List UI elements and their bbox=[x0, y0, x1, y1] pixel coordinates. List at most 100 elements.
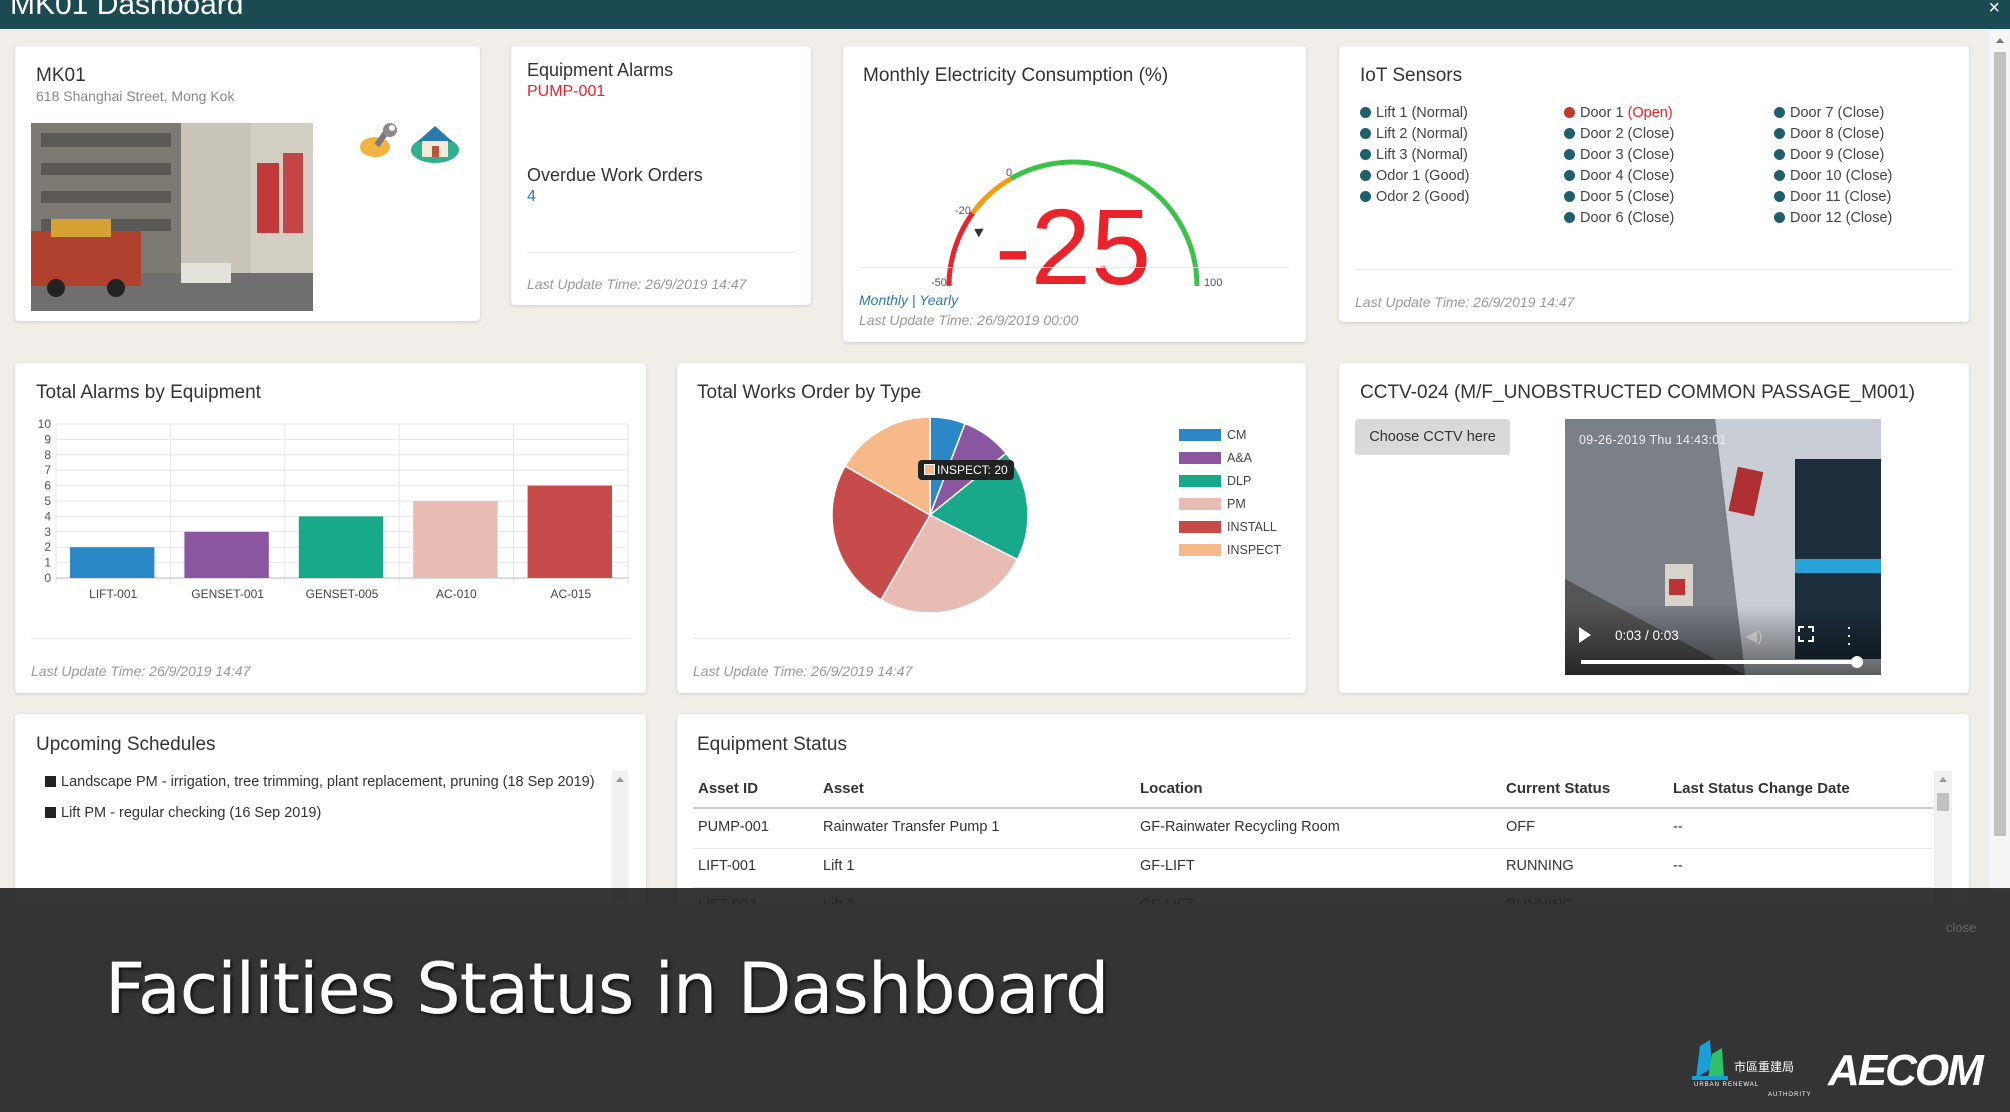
building-name: MK01 bbox=[36, 65, 86, 86]
scroll-up-icon[interactable] bbox=[1939, 777, 1947, 782]
schedules-scrollbar[interactable] bbox=[612, 771, 628, 901]
schedule-item[interactable]: Lift PM - regular checking (16 Sep 2019) bbox=[45, 805, 321, 821]
schedules-card: Upcoming Schedules Landscape PM - irriga… bbox=[15, 714, 646, 904]
alarms-chart-card: Total Alarms by Equipment 0 1 2 3 4 5 6 7 8 9 10 LI… bbox=[15, 363, 646, 693]
close-icon[interactable]: × bbox=[1988, 0, 2000, 18]
scroll-thumb[interactable] bbox=[1937, 793, 1949, 811]
table-cell: GF-Rainwater Recycling Room bbox=[1140, 819, 1340, 835]
last-update: Last Update Time: 26/9/2019 14:47 bbox=[1355, 294, 1575, 310]
table-scrollbar[interactable] bbox=[1934, 771, 1952, 904]
equipment-alarm-value[interactable]: PUMP-001 bbox=[527, 83, 605, 101]
divider bbox=[693, 638, 1291, 639]
cctv-timestamp: 09-26-2019 Thu 14:43:01 bbox=[1579, 433, 1727, 447]
cctv-video-player[interactable]: 09-26-2019 Thu 14:43:01 0:03 / 0:03 ◀) ·… bbox=[1565, 419, 1881, 675]
sensor-label: Door 5 (Close) bbox=[1580, 189, 1675, 205]
table-header[interactable]: Last Status Change Date bbox=[1673, 780, 1850, 797]
table-header[interactable]: Current Status bbox=[1506, 780, 1610, 797]
bar[interactable] bbox=[527, 485, 612, 578]
gauge-tick-min: -50 bbox=[931, 277, 947, 289]
status-dot-icon bbox=[1360, 191, 1371, 202]
sensor-item: Door 4 (Close) bbox=[1564, 168, 1674, 184]
scroll-up-icon[interactable] bbox=[616, 777, 624, 782]
row-divider bbox=[693, 848, 1933, 849]
overdue-work-orders-value[interactable]: 4 bbox=[527, 188, 536, 206]
legend-item[interactable]: INSPECT bbox=[1179, 543, 1281, 557]
scroll-thumb[interactable] bbox=[1994, 52, 2006, 836]
alarms-bar-chart: 01 23 456 78 910 LIFT-001 GENSET-001 GENSET-005… bbox=[38, 417, 629, 601]
bar[interactable] bbox=[184, 531, 269, 578]
table-cell: -- bbox=[1673, 858, 1683, 874]
legend-item[interactable]: A&A bbox=[1179, 451, 1252, 465]
works-chart-card: Total Works Order by Type INSPECT: 20 La… bbox=[677, 363, 1306, 693]
divider bbox=[1355, 269, 1953, 270]
house-icon bbox=[409, 120, 461, 169]
status-dot-icon bbox=[1774, 149, 1785, 160]
schedule-text: Lift PM - regular checking (16 Sep 2019) bbox=[61, 805, 322, 821]
monthly-link[interactable]: Monthly bbox=[859, 292, 908, 308]
x-tick-label: GENSET-005 bbox=[306, 587, 379, 601]
bar[interactable] bbox=[413, 501, 498, 578]
close-overlay-button[interactable]: close bbox=[1946, 920, 1976, 935]
y-tick-label: 6 bbox=[44, 479, 51, 493]
scroll-up-icon[interactable] bbox=[1996, 38, 2004, 43]
gauge-red-arc bbox=[946, 211, 975, 287]
fullscreen-icon[interactable] bbox=[1798, 626, 1814, 642]
status-dot-icon bbox=[1360, 170, 1371, 181]
table-cell: Lift 1 bbox=[823, 858, 855, 874]
x-tick-label: GENSET-001 bbox=[191, 587, 264, 601]
legend-swatch bbox=[1179, 429, 1221, 441]
legend-item[interactable]: PM bbox=[1179, 497, 1246, 511]
schedule-text: Landscape PM - irrigation, tree trimming… bbox=[61, 774, 595, 790]
schedule-item[interactable]: Landscape PM - irrigation, tree trimming… bbox=[45, 774, 595, 790]
y-tick-label: 2 bbox=[44, 540, 51, 554]
legend-item[interactable]: INSTALL bbox=[1179, 520, 1277, 534]
table-header[interactable]: Asset bbox=[823, 780, 864, 797]
sensor-item: Odor 2 (Good) bbox=[1360, 189, 1470, 205]
x-tick-label: LIFT-001 bbox=[89, 587, 137, 601]
choose-cctv-button[interactable]: Choose CCTV here bbox=[1355, 419, 1510, 455]
legend-item[interactable]: CM bbox=[1179, 428, 1246, 442]
status-dot-icon bbox=[1360, 128, 1371, 139]
table-cell: Rainwater Transfer Pump 1 bbox=[823, 819, 1000, 835]
equipment-alarms-title: Equipment Alarms bbox=[527, 60, 674, 80]
video-progress-knob[interactable] bbox=[1851, 656, 1863, 668]
mute-icon[interactable]: ◀) bbox=[1745, 626, 1763, 646]
legend-item[interactable]: DLP bbox=[1179, 474, 1251, 488]
electricity-card: Monthly Electricity Consumption (%) -50 … bbox=[843, 46, 1306, 342]
divider bbox=[527, 252, 795, 253]
table-header[interactable]: Asset ID bbox=[698, 780, 758, 797]
cctv-card: CCTV-024 (M/F_UNOBSTRUCTED COMMON PASSAG… bbox=[1339, 363, 1969, 693]
pie-tooltip: INSPECT: 20 bbox=[918, 460, 1014, 480]
sensor-label: Door 4 (Close) bbox=[1580, 168, 1675, 184]
more-options-icon[interactable]: · · · bbox=[1846, 618, 1852, 652]
yearly-link[interactable]: Yearly bbox=[919, 292, 958, 308]
legend-label: INSPECT bbox=[1227, 543, 1282, 557]
cctv-title: CCTV-024 (M/F_UNOBSTRUCTED COMMON PASSAG… bbox=[1360, 382, 1915, 403]
gauge-tick-minus20: -20 bbox=[955, 205, 971, 217]
status-dot-icon bbox=[1774, 170, 1785, 181]
video-progress-bar[interactable] bbox=[1581, 656, 1863, 668]
play-icon[interactable] bbox=[1579, 627, 1591, 643]
legend-swatch bbox=[1179, 521, 1221, 533]
bar[interactable] bbox=[70, 547, 155, 578]
table-cell: RUNNING bbox=[1506, 858, 1574, 874]
y-tick-label: 0 bbox=[44, 571, 51, 585]
bar[interactable] bbox=[298, 516, 384, 578]
sensor-item: Door 7 (Close) bbox=[1774, 105, 1884, 121]
sensor-label: Lift 1 (Normal) bbox=[1376, 105, 1468, 121]
table-cell: OFF bbox=[1506, 819, 1535, 835]
ura-logo-english-1: URBAN RENEWAL bbox=[1694, 1082, 1760, 1088]
window-title: MK01 Dashboard bbox=[10, 0, 244, 21]
y-tick-label: 4 bbox=[44, 509, 51, 523]
tooltip-text: INSPECT: 20 bbox=[937, 463, 1008, 477]
table-header[interactable]: Location bbox=[1140, 780, 1203, 797]
sensor-item: Lift 3 (Normal) bbox=[1360, 147, 1468, 163]
page-scrollbar[interactable] bbox=[1990, 30, 2010, 890]
table-cell: LIFT-001 bbox=[698, 858, 757, 874]
y-tick-label: 3 bbox=[44, 525, 51, 539]
sensor-item: Door 3 (Close) bbox=[1564, 147, 1674, 163]
legend-swatch bbox=[1179, 452, 1221, 464]
status-dot-icon bbox=[1774, 191, 1785, 202]
last-update: Last Update Time: 26/9/2019 14:47 bbox=[31, 663, 251, 679]
sensor-label: Lift 2 (Normal) bbox=[1376, 126, 1468, 142]
